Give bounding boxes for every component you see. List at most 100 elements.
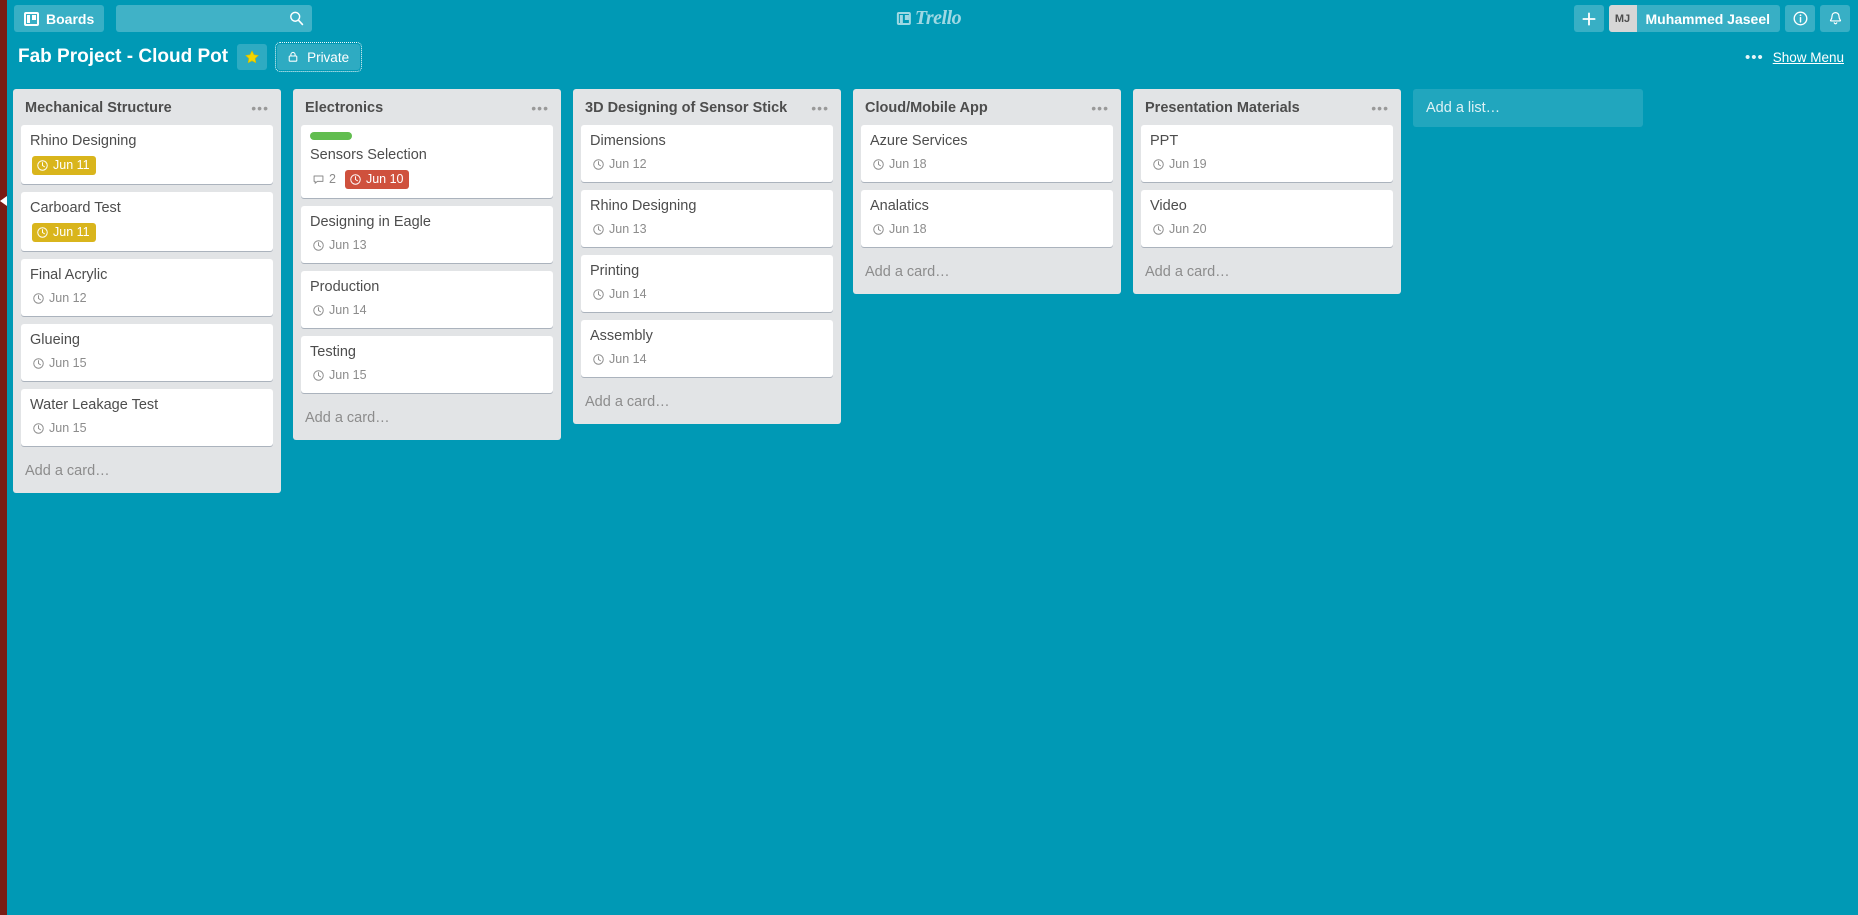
trello-logo[interactable]: Trello bbox=[896, 7, 962, 30]
card-badges: Jun 13 bbox=[310, 237, 544, 254]
due-date-badge[interactable]: Jun 15 bbox=[32, 355, 87, 372]
header-right-group: MJ Muhammed Jaseel bbox=[1573, 5, 1850, 32]
card[interactable]: Assembly Jun 14 bbox=[581, 320, 833, 377]
star-board-button[interactable] bbox=[237, 44, 268, 70]
card[interactable]: Glueing Jun 15 bbox=[21, 324, 273, 381]
due-date-label: Jun 11 bbox=[53, 225, 90, 240]
add-card-button[interactable]: Add a card… bbox=[293, 401, 561, 439]
due-date-badge[interactable]: Jun 12 bbox=[32, 290, 87, 307]
card[interactable]: Testing Jun 15 bbox=[301, 336, 553, 393]
add-list-button[interactable]: Add a list… bbox=[1413, 89, 1643, 127]
add-card-button[interactable]: Add a card… bbox=[853, 255, 1121, 293]
add-card-button[interactable]: Add a card… bbox=[573, 385, 841, 423]
star-icon bbox=[245, 50, 259, 64]
card-title: Glueing bbox=[30, 332, 80, 348]
add-button[interactable] bbox=[1573, 5, 1604, 32]
due-date-badge[interactable]: Jun 12 bbox=[592, 156, 647, 173]
card[interactable]: Sensors Selection 2 Jun 10 bbox=[301, 125, 553, 198]
clock-icon bbox=[313, 370, 324, 381]
due-date-badge[interactable]: Jun 11 bbox=[32, 156, 96, 175]
list-menu-icon[interactable]: ••• bbox=[528, 101, 552, 115]
clock-icon bbox=[37, 227, 48, 238]
due-date-badge[interactable]: Jun 19 bbox=[1152, 156, 1207, 173]
board-canvas: Mechanical Structure ••• Rhino Designing J… bbox=[0, 77, 1858, 915]
card-badges: Jun 15 bbox=[30, 355, 264, 372]
notifications-button[interactable] bbox=[1820, 5, 1850, 32]
show-menu-label: Show Menu bbox=[1772, 49, 1844, 65]
list-header: Electronics ••• bbox=[293, 89, 561, 125]
user-menu[interactable]: MJ Muhammed Jaseel bbox=[1608, 5, 1780, 32]
due-date-badge[interactable]: Jun 11 bbox=[32, 223, 96, 242]
due-date-badge[interactable]: Jun 18 bbox=[872, 221, 927, 238]
card-title: Video bbox=[1150, 198, 1187, 214]
list: Presentation Materials ••• PPT Jun 19 Vide… bbox=[1133, 89, 1401, 294]
list-menu-icon[interactable]: ••• bbox=[248, 101, 272, 115]
list-title[interactable]: Cloud/Mobile App bbox=[865, 100, 1088, 116]
list-menu-icon[interactable]: ••• bbox=[1368, 101, 1392, 115]
due-date-badge[interactable]: Jun 18 bbox=[872, 156, 927, 173]
card-list: Dimensions Jun 12 Rhino Designing Jun 13… bbox=[573, 125, 841, 385]
add-card-button[interactable]: Add a card… bbox=[13, 454, 281, 492]
card-badges: Jun 11 bbox=[30, 223, 264, 242]
lock-icon bbox=[288, 51, 298, 62]
card[interactable]: Carboard Test Jun 11 bbox=[21, 192, 273, 251]
card-badges: 2 Jun 10 bbox=[310, 170, 544, 189]
clock-icon bbox=[313, 305, 324, 316]
list-title[interactable]: Electronics bbox=[305, 100, 528, 116]
due-date-badge[interactable]: Jun 13 bbox=[312, 237, 367, 254]
list: Cloud/Mobile App ••• Azure Services Jun 18… bbox=[853, 89, 1121, 294]
card[interactable]: Analatics Jun 18 bbox=[861, 190, 1113, 247]
due-date-badge[interactable]: Jun 14 bbox=[592, 351, 647, 368]
card-list: Sensors Selection 2 Jun 10 Designing in … bbox=[293, 125, 561, 401]
info-button[interactable] bbox=[1785, 5, 1815, 32]
due-date-badge[interactable]: Jun 10 bbox=[344, 170, 410, 189]
card[interactable]: Rhino Designing Jun 13 bbox=[581, 190, 833, 247]
comment-count: 2 bbox=[329, 172, 336, 187]
list-menu-icon[interactable]: ••• bbox=[1088, 101, 1112, 115]
card-title: Azure Services bbox=[870, 133, 968, 149]
card-label[interactable] bbox=[310, 132, 352, 140]
due-date-badge[interactable]: Jun 20 bbox=[1152, 221, 1207, 238]
due-date-badge[interactable]: Jun 14 bbox=[312, 302, 367, 319]
list-menu-icon[interactable]: ••• bbox=[808, 101, 832, 115]
more-options-icon[interactable]: ••• bbox=[1745, 50, 1764, 65]
list-title[interactable]: Mechanical Structure bbox=[25, 100, 248, 116]
show-menu-button[interactable]: ••• Show Menu bbox=[1745, 50, 1844, 65]
card[interactable]: Video Jun 20 bbox=[1141, 190, 1393, 247]
due-date-badge[interactable]: Jun 14 bbox=[592, 286, 647, 303]
trello-logo-text: Trello bbox=[914, 7, 962, 29]
card[interactable]: Printing Jun 14 bbox=[581, 255, 833, 312]
add-card-button[interactable]: Add a card… bbox=[1133, 255, 1401, 293]
due-date-badge[interactable]: Jun 15 bbox=[32, 420, 87, 437]
due-date-badge[interactable]: Jun 15 bbox=[312, 367, 367, 384]
card[interactable]: PPT Jun 19 bbox=[1141, 125, 1393, 182]
card[interactable]: Water Leakage Test Jun 15 bbox=[21, 389, 273, 446]
card-badges: Jun 18 bbox=[870, 221, 1104, 238]
card-title: Water Leakage Test bbox=[30, 397, 159, 413]
due-date-label: Jun 12 bbox=[609, 157, 647, 172]
user-name: Muhammed Jaseel bbox=[1645, 10, 1771, 27]
card[interactable]: Final Acrylic Jun 12 bbox=[21, 259, 273, 316]
avatar: MJ bbox=[1608, 5, 1637, 32]
card[interactable]: Rhino Designing Jun 11 bbox=[21, 125, 273, 184]
card-badges: Jun 15 bbox=[310, 367, 544, 384]
board-title[interactable]: Fab Project - Cloud Pot bbox=[18, 46, 228, 68]
board-visibility-button[interactable]: Private bbox=[275, 42, 363, 72]
card[interactable]: Azure Services Jun 18 bbox=[861, 125, 1113, 182]
clock-icon bbox=[873, 224, 884, 235]
card-title: Final Acrylic bbox=[30, 267, 108, 283]
search-input[interactable] bbox=[116, 5, 313, 32]
list-title[interactable]: 3D Designing of Sensor Stick bbox=[585, 100, 808, 116]
board-header-bar: Fab Project - Cloud Pot Private ••• Show… bbox=[0, 37, 1858, 77]
due-date-badge[interactable]: Jun 13 bbox=[592, 221, 647, 238]
search-box[interactable] bbox=[116, 5, 313, 32]
list-title[interactable]: Presentation Materials bbox=[1145, 100, 1368, 116]
info-icon bbox=[1793, 11, 1807, 26]
list: Mechanical Structure ••• Rhino Designing J… bbox=[13, 89, 281, 493]
due-date-label: Jun 14 bbox=[609, 352, 647, 367]
card[interactable]: Production Jun 14 bbox=[301, 271, 553, 328]
card[interactable]: Designing in Eagle Jun 13 bbox=[301, 206, 553, 263]
boards-button[interactable]: Boards bbox=[14, 5, 105, 32]
card[interactable]: Dimensions Jun 12 bbox=[581, 125, 833, 182]
due-date-label: Jun 14 bbox=[329, 303, 367, 318]
